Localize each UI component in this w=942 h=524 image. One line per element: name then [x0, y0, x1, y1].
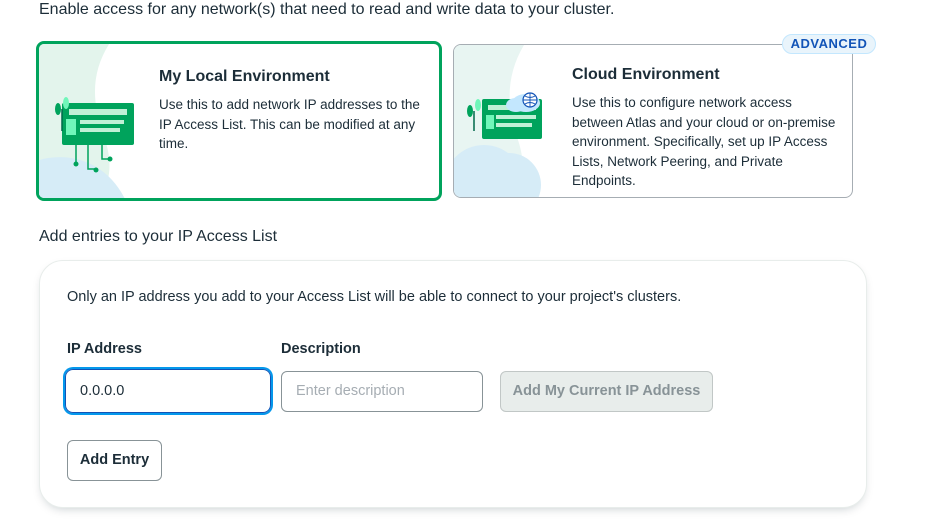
local-environment-description: Use this to add network IP addresses to … — [159, 97, 420, 151]
local-environment-title: My Local Environment — [159, 68, 330, 85]
add-entry-button[interactable]: Add Entry — [67, 440, 162, 481]
section-title: Add entries to your IP Access List — [39, 228, 278, 245]
cloud-network-illustration — [454, 45, 542, 197]
ip-address-input[interactable]: 0.0.0.0 — [65, 369, 271, 413]
advanced-badge: ADVANCED — [782, 34, 876, 54]
local-environment-card[interactable]: My Local Environment Use this to add net… — [36, 41, 442, 201]
cloud-environment-description: Use this to configure network access bet… — [572, 95, 836, 188]
ip-address-label: IP Address — [67, 341, 142, 357]
cloud-environment-title: Cloud Environment — [572, 66, 720, 83]
description-label: Description — [281, 341, 361, 357]
access-list-note: Only an IP address you add to your Acces… — [67, 289, 682, 305]
cloud-environment-card[interactable]: Cloud Environment Use this to configure … — [453, 44, 853, 198]
add-current-ip-button[interactable]: Add My Current IP Address — [500, 371, 713, 412]
intro-text: Enable access for any network(s) that ne… — [39, 1, 615, 18]
description-input[interactable]: Enter description — [281, 371, 483, 412]
local-network-illustration — [39, 44, 134, 198]
